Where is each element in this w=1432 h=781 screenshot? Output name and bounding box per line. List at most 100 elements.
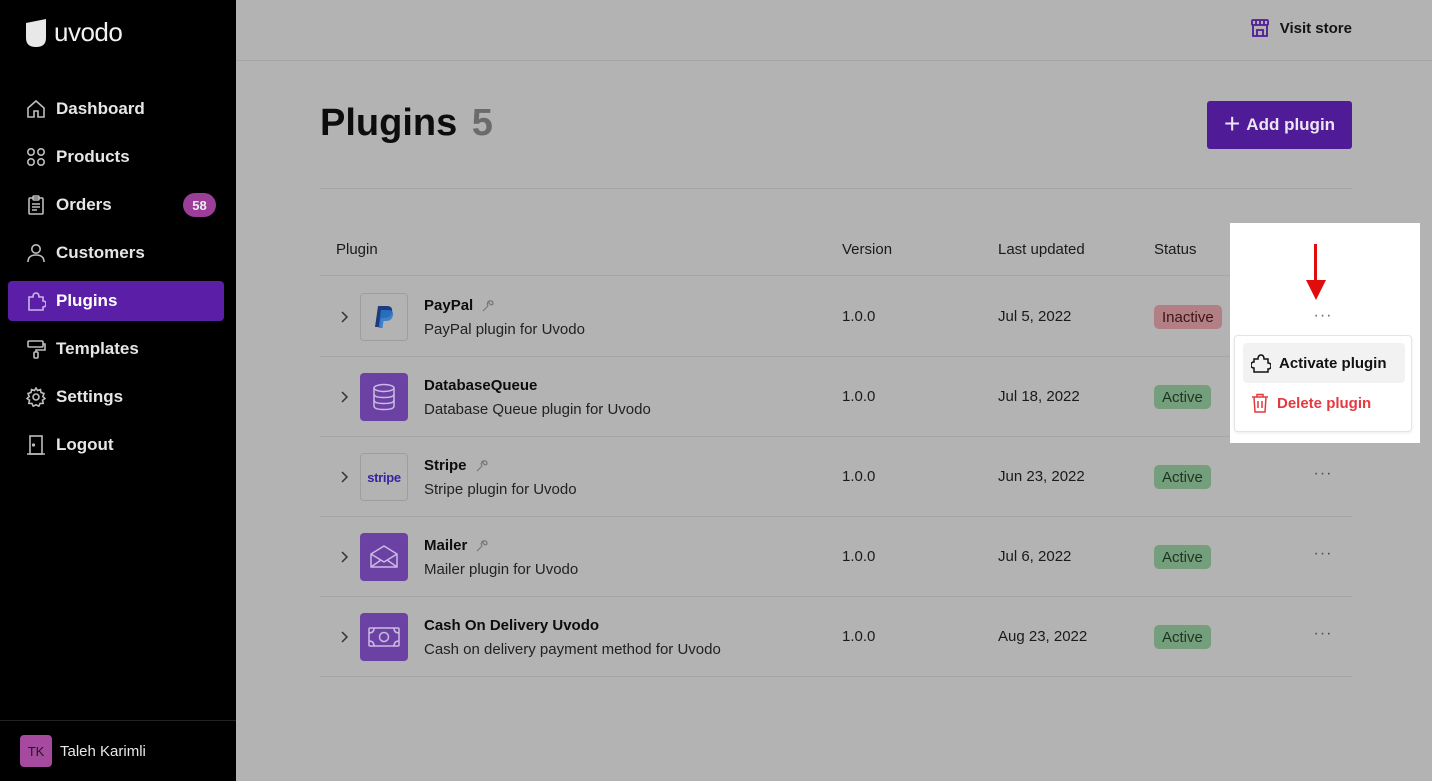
gear-icon: [25, 386, 47, 408]
status-badge: Active: [1154, 465, 1211, 489]
status-badge: Active: [1154, 625, 1211, 649]
table-row: DatabaseQueue Database Queue plugin for …: [320, 357, 1352, 437]
chevron-right-icon[interactable]: [336, 629, 352, 645]
column-header-last-updated: Last updated: [998, 241, 1085, 258]
sidebar-item-label: Settings: [56, 387, 124, 406]
stripe-logo-icon: stripe: [360, 453, 408, 501]
cash-icon: [360, 613, 408, 661]
plugin-description: PayPal plugin for Uvodo: [424, 321, 585, 338]
user-profile[interactable]: TK Taleh Karimli: [0, 720, 236, 781]
plugin-name: Cash On Delivery Uvodo: [424, 617, 599, 634]
plugin-version: 1.0.0: [842, 388, 876, 405]
plus-icon: +: [1223, 108, 1241, 139]
plugin-name-text: PayPal: [424, 297, 474, 314]
plugin-last-updated: Jul 18, 2022: [998, 388, 1080, 405]
row-actions-button[interactable]: ···: [1310, 545, 1336, 565]
row-actions-button[interactable]: ···: [1310, 465, 1336, 485]
plugin-version: 1.0.0: [842, 308, 876, 325]
plugin-last-updated: Jul 5, 2022: [998, 308, 1072, 325]
plugin-description: Cash on delivery payment method for Uvod…: [424, 641, 721, 658]
page-title-text: Plugins: [320, 102, 458, 144]
row-actions-button[interactable]: ···: [1310, 625, 1336, 645]
chevron-right-icon[interactable]: [336, 549, 352, 565]
plugin-version: 1.0.0: [842, 468, 876, 485]
store-icon: [1250, 19, 1269, 37]
table-row: PayPal PayPal plugin for Uvodo 1.0.0 Jul…: [320, 277, 1352, 357]
sidebar-item-plugins[interactable]: Plugins: [8, 281, 224, 321]
delete-plugin-menu-item[interactable]: Delete plugin: [1243, 383, 1405, 423]
add-plugin-label: Add plugin: [1246, 115, 1336, 134]
chevron-right-icon[interactable]: [336, 469, 352, 485]
plugin-name-text: Stripe: [424, 457, 467, 474]
row-actions-button[interactable]: ···: [1310, 307, 1336, 325]
trash-icon: [1252, 393, 1268, 413]
activate-plugin-menu-item[interactable]: Activate plugin: [1243, 343, 1405, 383]
table-row: Mailer Mailer plugin for Uvodo 1.0.0 Jul…: [320, 517, 1352, 597]
chevron-right-icon[interactable]: [336, 389, 352, 405]
plugin-version: 1.0.0: [842, 628, 876, 645]
plugin-name: PayPal: [424, 297, 495, 314]
column-header-version: Version: [842, 241, 893, 258]
page-title: Plugins 5: [320, 102, 493, 145]
sidebar-item-label: Templates: [56, 339, 139, 358]
delete-plugin-label: Delete plugin: [1277, 394, 1372, 412]
plugin-last-updated: Jul 6, 2022: [998, 548, 1072, 565]
sidebar-item-products[interactable]: Products: [8, 137, 224, 177]
header-divider: [320, 188, 1352, 189]
sidebar-item-customers[interactable]: Customers: [8, 233, 224, 273]
wrench-icon: [476, 459, 488, 471]
paypal-logo-icon: [360, 293, 408, 341]
plugin-name-text: Mailer: [424, 537, 468, 554]
sidebar-item-label: Plugins: [56, 291, 118, 310]
envelope-icon: [360, 533, 408, 581]
sidebar-item-logout[interactable]: Logout: [8, 425, 224, 465]
sidebar-item-label: Orders: [56, 195, 112, 214]
plugin-version: 1.0.0: [842, 548, 876, 565]
plugin-name-text: DatabaseQueue: [424, 377, 538, 394]
stripe-logo-text: stripe: [367, 469, 401, 485]
sidebar-item-orders[interactable]: Orders 58: [8, 185, 224, 225]
visit-store-label: Visit store: [1279, 19, 1352, 37]
clipboard-icon: [25, 194, 47, 216]
puzzle-icon: [25, 290, 47, 312]
plugin-name: Mailer: [424, 537, 489, 554]
sidebar-item-dashboard[interactable]: Dashboard: [8, 89, 224, 129]
sidebar-nav: Dashboard Products Orders 58 Customers P…: [8, 89, 224, 473]
plugin-last-updated: Jun 23, 2022: [998, 468, 1085, 485]
sidebar-item-label: Dashboard: [56, 99, 145, 118]
uvodo-logo-icon: [26, 18, 46, 47]
puzzle-icon: [1251, 354, 1271, 373]
logo[interactable]: uvodo: [24, 17, 123, 48]
user-icon: [25, 242, 47, 264]
plugin-context-menu: Activate plugin Delete plugin: [1234, 335, 1412, 432]
user-name: Taleh Karimli: [60, 742, 146, 760]
sidebar-item-label: Customers: [56, 243, 145, 262]
chevron-right-icon[interactable]: [336, 309, 352, 325]
sidebar-item-label: Logout: [56, 435, 114, 454]
plugin-count: 5: [471, 102, 493, 144]
plugin-description: Stripe plugin for Uvodo: [424, 481, 577, 498]
add-plugin-button[interactable]: + Add plugin: [1207, 101, 1352, 149]
status-badge: Active: [1154, 385, 1211, 409]
plugin-description: Mailer plugin for Uvodo: [424, 561, 579, 578]
topbar: Visit store: [236, 0, 1432, 61]
sidebar-item-settings[interactable]: Settings: [8, 377, 224, 417]
sidebar-item-label: Products: [56, 147, 130, 166]
table-row: stripe Stripe Stripe plugin for Uvodo 1.…: [320, 437, 1352, 517]
column-header-plugin: Plugin: [336, 241, 378, 258]
visit-store-link[interactable]: Visit store: [1250, 18, 1352, 38]
orders-count-badge: 58: [183, 193, 216, 217]
plugin-name-text: Cash On Delivery Uvodo: [424, 617, 600, 634]
plugin-last-updated: Aug 23, 2022: [998, 628, 1088, 645]
sidebar-item-templates[interactable]: Templates: [8, 329, 224, 369]
avatar: TK: [20, 735, 52, 767]
table-header: Plugin Version Last updated Status: [320, 222, 1352, 276]
activate-plugin-label: Activate plugin: [1279, 354, 1387, 372]
annotation-arrow-head: [1306, 280, 1326, 300]
grid-icon: [25, 146, 47, 168]
door-icon: [25, 434, 47, 456]
sidebar: uvodo Dashboard Products Orders 58 Custo…: [0, 0, 236, 781]
wrench-icon: [476, 539, 488, 551]
plugin-name: DatabaseQueue: [424, 377, 537, 394]
status-badge: Inactive: [1154, 305, 1222, 329]
